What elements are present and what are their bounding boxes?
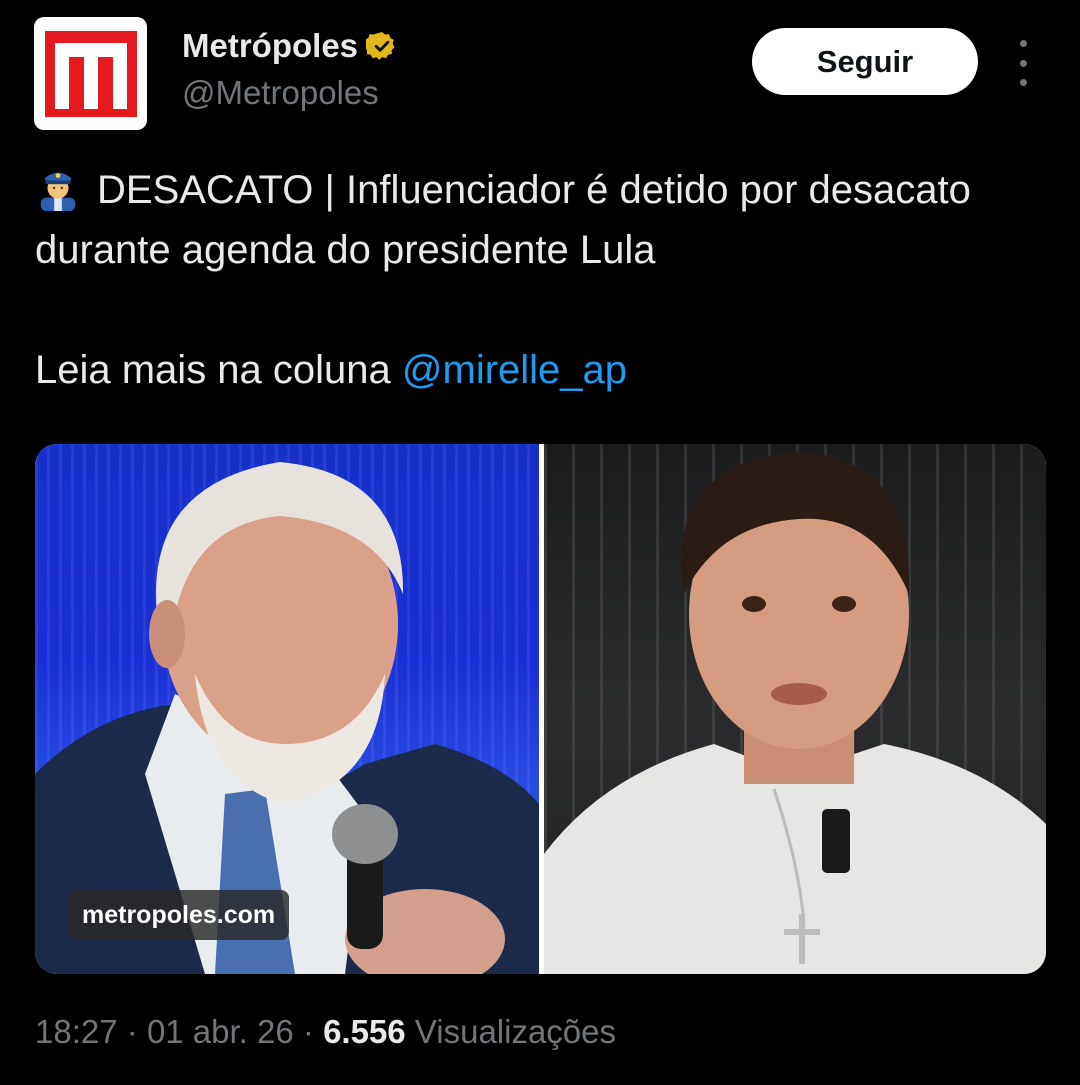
media-watermark: metropoles.com <box>68 890 290 940</box>
author-name[interactable]: Metrópoles <box>182 27 398 65</box>
tweet-line-2: Leia mais na coluna @mirelle_ap <box>35 340 1045 400</box>
author-avatar[interactable] <box>34 17 147 130</box>
tweet-media[interactable]: metropoles.com <box>35 444 1046 974</box>
tweet-meta: 18:27 · 01 abr. 26 · 6.556 Visualizações <box>35 1013 616 1051</box>
verified-badge-icon <box>366 32 395 60</box>
tweet-headline: DESACATO | Influenciador é detido por de… <box>35 168 971 272</box>
police-officer-icon <box>40 172 76 211</box>
tweet-read-more: Leia mais na coluna <box>35 348 402 392</box>
tweet-line-1: DESACATO | Influenciador é detido por de… <box>35 160 1045 280</box>
author-handle[interactable]: @Metropoles <box>182 74 379 112</box>
views-label[interactable]: Visualizações <box>415 1013 616 1050</box>
views-count[interactable]: 6.556 <box>323 1013 406 1050</box>
author-name-text: Metrópoles <box>182 27 359 64</box>
follow-button[interactable]: Seguir <box>752 28 978 95</box>
tweet-time[interactable]: 18:27 <box>35 1013 118 1050</box>
photo-influencer[interactable] <box>544 444 1046 974</box>
more-options-icon[interactable] <box>1008 40 1038 86</box>
tweet-date[interactable]: 01 abr. 26 <box>147 1013 294 1050</box>
metropoles-logo-icon <box>44 30 137 117</box>
mention-link[interactable]: @mirelle_ap <box>402 348 627 392</box>
meta-separator: · <box>302 1013 314 1050</box>
tweet-text: DESACATO | Influenciador é detido por de… <box>35 160 1045 400</box>
meta-separator: · <box>126 1013 138 1050</box>
